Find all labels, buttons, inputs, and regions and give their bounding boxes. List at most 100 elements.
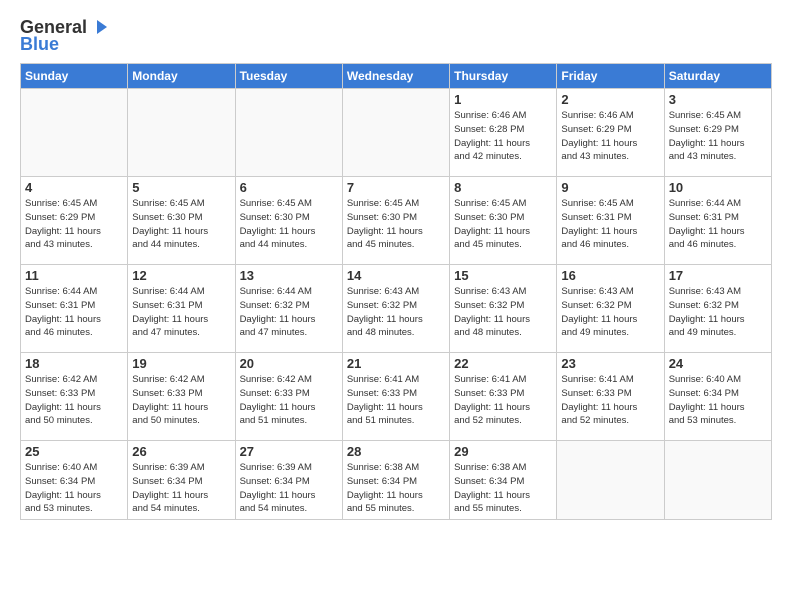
calendar-cell: 28 Sunrise: 6:38 AM Sunset: 6:34 PM Dayli… xyxy=(342,441,449,520)
calendar-week-row: 4 Sunrise: 6:45 AM Sunset: 6:29 PM Daylig… xyxy=(21,177,772,265)
calendar-cell: 26 Sunrise: 6:39 AM Sunset: 6:34 PM Dayli… xyxy=(128,441,235,520)
day-number: 21 xyxy=(347,356,445,371)
day-number: 15 xyxy=(454,268,552,283)
day-number: 29 xyxy=(454,444,552,459)
day-info: Sunrise: 6:42 AM Sunset: 6:33 PM Dayligh… xyxy=(132,373,230,428)
day-number: 6 xyxy=(240,180,338,195)
day-info: Sunrise: 6:44 AM Sunset: 6:31 PM Dayligh… xyxy=(669,197,767,252)
day-number: 27 xyxy=(240,444,338,459)
day-number: 12 xyxy=(132,268,230,283)
day-info: Sunrise: 6:45 AM Sunset: 6:30 PM Dayligh… xyxy=(240,197,338,252)
calendar-cell xyxy=(235,89,342,177)
day-info: Sunrise: 6:40 AM Sunset: 6:34 PM Dayligh… xyxy=(669,373,767,428)
day-info: Sunrise: 6:42 AM Sunset: 6:33 PM Dayligh… xyxy=(240,373,338,428)
calendar-cell: 4 Sunrise: 6:45 AM Sunset: 6:29 PM Daylig… xyxy=(21,177,128,265)
day-number: 1 xyxy=(454,92,552,107)
day-number: 4 xyxy=(25,180,123,195)
day-number: 28 xyxy=(347,444,445,459)
logo-blue-text: Blue xyxy=(20,34,59,55)
day-info: Sunrise: 6:41 AM Sunset: 6:33 PM Dayligh… xyxy=(347,373,445,428)
weekday-header-wednesday: Wednesday xyxy=(342,64,449,89)
day-number: 2 xyxy=(561,92,659,107)
weekday-header-tuesday: Tuesday xyxy=(235,64,342,89)
day-number: 9 xyxy=(561,180,659,195)
calendar-cell: 23 Sunrise: 6:41 AM Sunset: 6:33 PM Dayli… xyxy=(557,353,664,441)
calendar-cell: 12 Sunrise: 6:44 AM Sunset: 6:31 PM Dayli… xyxy=(128,265,235,353)
day-info: Sunrise: 6:39 AM Sunset: 6:34 PM Dayligh… xyxy=(240,461,338,516)
day-number: 7 xyxy=(347,180,445,195)
day-info: Sunrise: 6:39 AM Sunset: 6:34 PM Dayligh… xyxy=(132,461,230,516)
day-info: Sunrise: 6:38 AM Sunset: 6:34 PM Dayligh… xyxy=(347,461,445,516)
day-info: Sunrise: 6:44 AM Sunset: 6:31 PM Dayligh… xyxy=(25,285,123,340)
day-number: 10 xyxy=(669,180,767,195)
day-info: Sunrise: 6:46 AM Sunset: 6:29 PM Dayligh… xyxy=(561,109,659,164)
day-info: Sunrise: 6:44 AM Sunset: 6:31 PM Dayligh… xyxy=(132,285,230,340)
calendar-week-row: 11 Sunrise: 6:44 AM Sunset: 6:31 PM Dayli… xyxy=(21,265,772,353)
logo: General Blue xyxy=(20,16,111,55)
day-info: Sunrise: 6:44 AM Sunset: 6:32 PM Dayligh… xyxy=(240,285,338,340)
day-number: 24 xyxy=(669,356,767,371)
day-number: 17 xyxy=(669,268,767,283)
day-number: 23 xyxy=(561,356,659,371)
day-info: Sunrise: 6:45 AM Sunset: 6:29 PM Dayligh… xyxy=(669,109,767,164)
day-number: 19 xyxy=(132,356,230,371)
weekday-header-thursday: Thursday xyxy=(450,64,557,89)
calendar-cell: 8Sunrise: 6:45 AM Sunset: 6:30 PM Daylig… xyxy=(450,177,557,265)
calendar-cell: 24 Sunrise: 6:40 AM Sunset: 6:34 PM Dayli… xyxy=(664,353,771,441)
day-number: 20 xyxy=(240,356,338,371)
day-info: Sunrise: 6:41 AM Sunset: 6:33 PM Dayligh… xyxy=(454,373,552,428)
calendar-cell: 19 Sunrise: 6:42 AM Sunset: 6:33 PM Dayli… xyxy=(128,353,235,441)
day-info: Sunrise: 6:45 AM Sunset: 6:30 PM Dayligh… xyxy=(132,197,230,252)
day-number: 26 xyxy=(132,444,230,459)
day-info: Sunrise: 6:43 AM Sunset: 6:32 PM Dayligh… xyxy=(669,285,767,340)
calendar-cell: 20 Sunrise: 6:42 AM Sunset: 6:33 PM Dayli… xyxy=(235,353,342,441)
calendar-cell: 21 Sunrise: 6:41 AM Sunset: 6:33 PM Dayli… xyxy=(342,353,449,441)
calendar-cell: 2 Sunrise: 6:46 AM Sunset: 6:29 PM Daylig… xyxy=(557,89,664,177)
weekday-header-sunday: Sunday xyxy=(21,64,128,89)
day-info: Sunrise: 6:45 AM Sunset: 6:30 PM Dayligh… xyxy=(347,197,445,252)
calendar-week-row: 1 Sunrise: 6:46 AM Sunset: 6:28 PM Daylig… xyxy=(21,89,772,177)
day-info: Sunrise: 6:45 AM Sunset: 6:29 PM Dayligh… xyxy=(25,197,123,252)
calendar-table: SundayMondayTuesdayWednesdayThursdayFrid… xyxy=(20,63,772,520)
day-info: Sunrise: 6:43 AM Sunset: 6:32 PM Dayligh… xyxy=(561,285,659,340)
calendar-cell: 3 Sunrise: 6:45 AM Sunset: 6:29 PM Daylig… xyxy=(664,89,771,177)
calendar-week-row: 18 Sunrise: 6:42 AM Sunset: 6:33 PM Dayli… xyxy=(21,353,772,441)
calendar-cell xyxy=(21,89,128,177)
day-number: 3 xyxy=(669,92,767,107)
calendar-cell: 29 Sunrise: 6:38 AM Sunset: 6:34 PM Dayli… xyxy=(450,441,557,520)
calendar-cell: 18 Sunrise: 6:42 AM Sunset: 6:33 PM Dayli… xyxy=(21,353,128,441)
day-number: 25 xyxy=(25,444,123,459)
day-info: Sunrise: 6:41 AM Sunset: 6:33 PM Dayligh… xyxy=(561,373,659,428)
calendar-cell: 17 Sunrise: 6:43 AM Sunset: 6:32 PM Dayli… xyxy=(664,265,771,353)
calendar-cell: 13Sunrise: 6:44 AM Sunset: 6:32 PM Dayli… xyxy=(235,265,342,353)
calendar-cell xyxy=(342,89,449,177)
calendar-cell: 1 Sunrise: 6:46 AM Sunset: 6:28 PM Daylig… xyxy=(450,89,557,177)
day-number: 11 xyxy=(25,268,123,283)
day-info: Sunrise: 6:42 AM Sunset: 6:33 PM Dayligh… xyxy=(25,373,123,428)
day-info: Sunrise: 6:46 AM Sunset: 6:28 PM Dayligh… xyxy=(454,109,552,164)
day-number: 14 xyxy=(347,268,445,283)
day-info: Sunrise: 6:43 AM Sunset: 6:32 PM Dayligh… xyxy=(347,285,445,340)
day-info: Sunrise: 6:43 AM Sunset: 6:32 PM Dayligh… xyxy=(454,285,552,340)
calendar-cell: 14 Sunrise: 6:43 AM Sunset: 6:32 PM Dayli… xyxy=(342,265,449,353)
calendar-cell: 27 Sunrise: 6:39 AM Sunset: 6:34 PM Dayli… xyxy=(235,441,342,520)
calendar-cell xyxy=(128,89,235,177)
weekday-header-friday: Friday xyxy=(557,64,664,89)
weekday-header-saturday: Saturday xyxy=(664,64,771,89)
calendar-cell: 9Sunrise: 6:45 AM Sunset: 6:31 PM Daylig… xyxy=(557,177,664,265)
day-number: 22 xyxy=(454,356,552,371)
weekday-header-row: SundayMondayTuesdayWednesdayThursdayFrid… xyxy=(21,64,772,89)
calendar-cell: 10 Sunrise: 6:44 AM Sunset: 6:31 PM Dayli… xyxy=(664,177,771,265)
calendar-cell: 15 Sunrise: 6:43 AM Sunset: 6:32 PM Dayli… xyxy=(450,265,557,353)
page: General Blue SundayMondayTuesdayWednesda… xyxy=(0,0,792,612)
logo-icon xyxy=(89,16,111,38)
calendar-week-row: 25Sunrise: 6:40 AM Sunset: 6:34 PM Dayli… xyxy=(21,441,772,520)
day-number: 16 xyxy=(561,268,659,283)
day-info: Sunrise: 6:38 AM Sunset: 6:34 PM Dayligh… xyxy=(454,461,552,516)
day-number: 8 xyxy=(454,180,552,195)
calendar-cell: 5Sunrise: 6:45 AM Sunset: 6:30 PM Daylig… xyxy=(128,177,235,265)
calendar-cell xyxy=(664,441,771,520)
calendar-cell: 25Sunrise: 6:40 AM Sunset: 6:34 PM Dayli… xyxy=(21,441,128,520)
calendar-cell: 16 Sunrise: 6:43 AM Sunset: 6:32 PM Dayli… xyxy=(557,265,664,353)
day-number: 18 xyxy=(25,356,123,371)
